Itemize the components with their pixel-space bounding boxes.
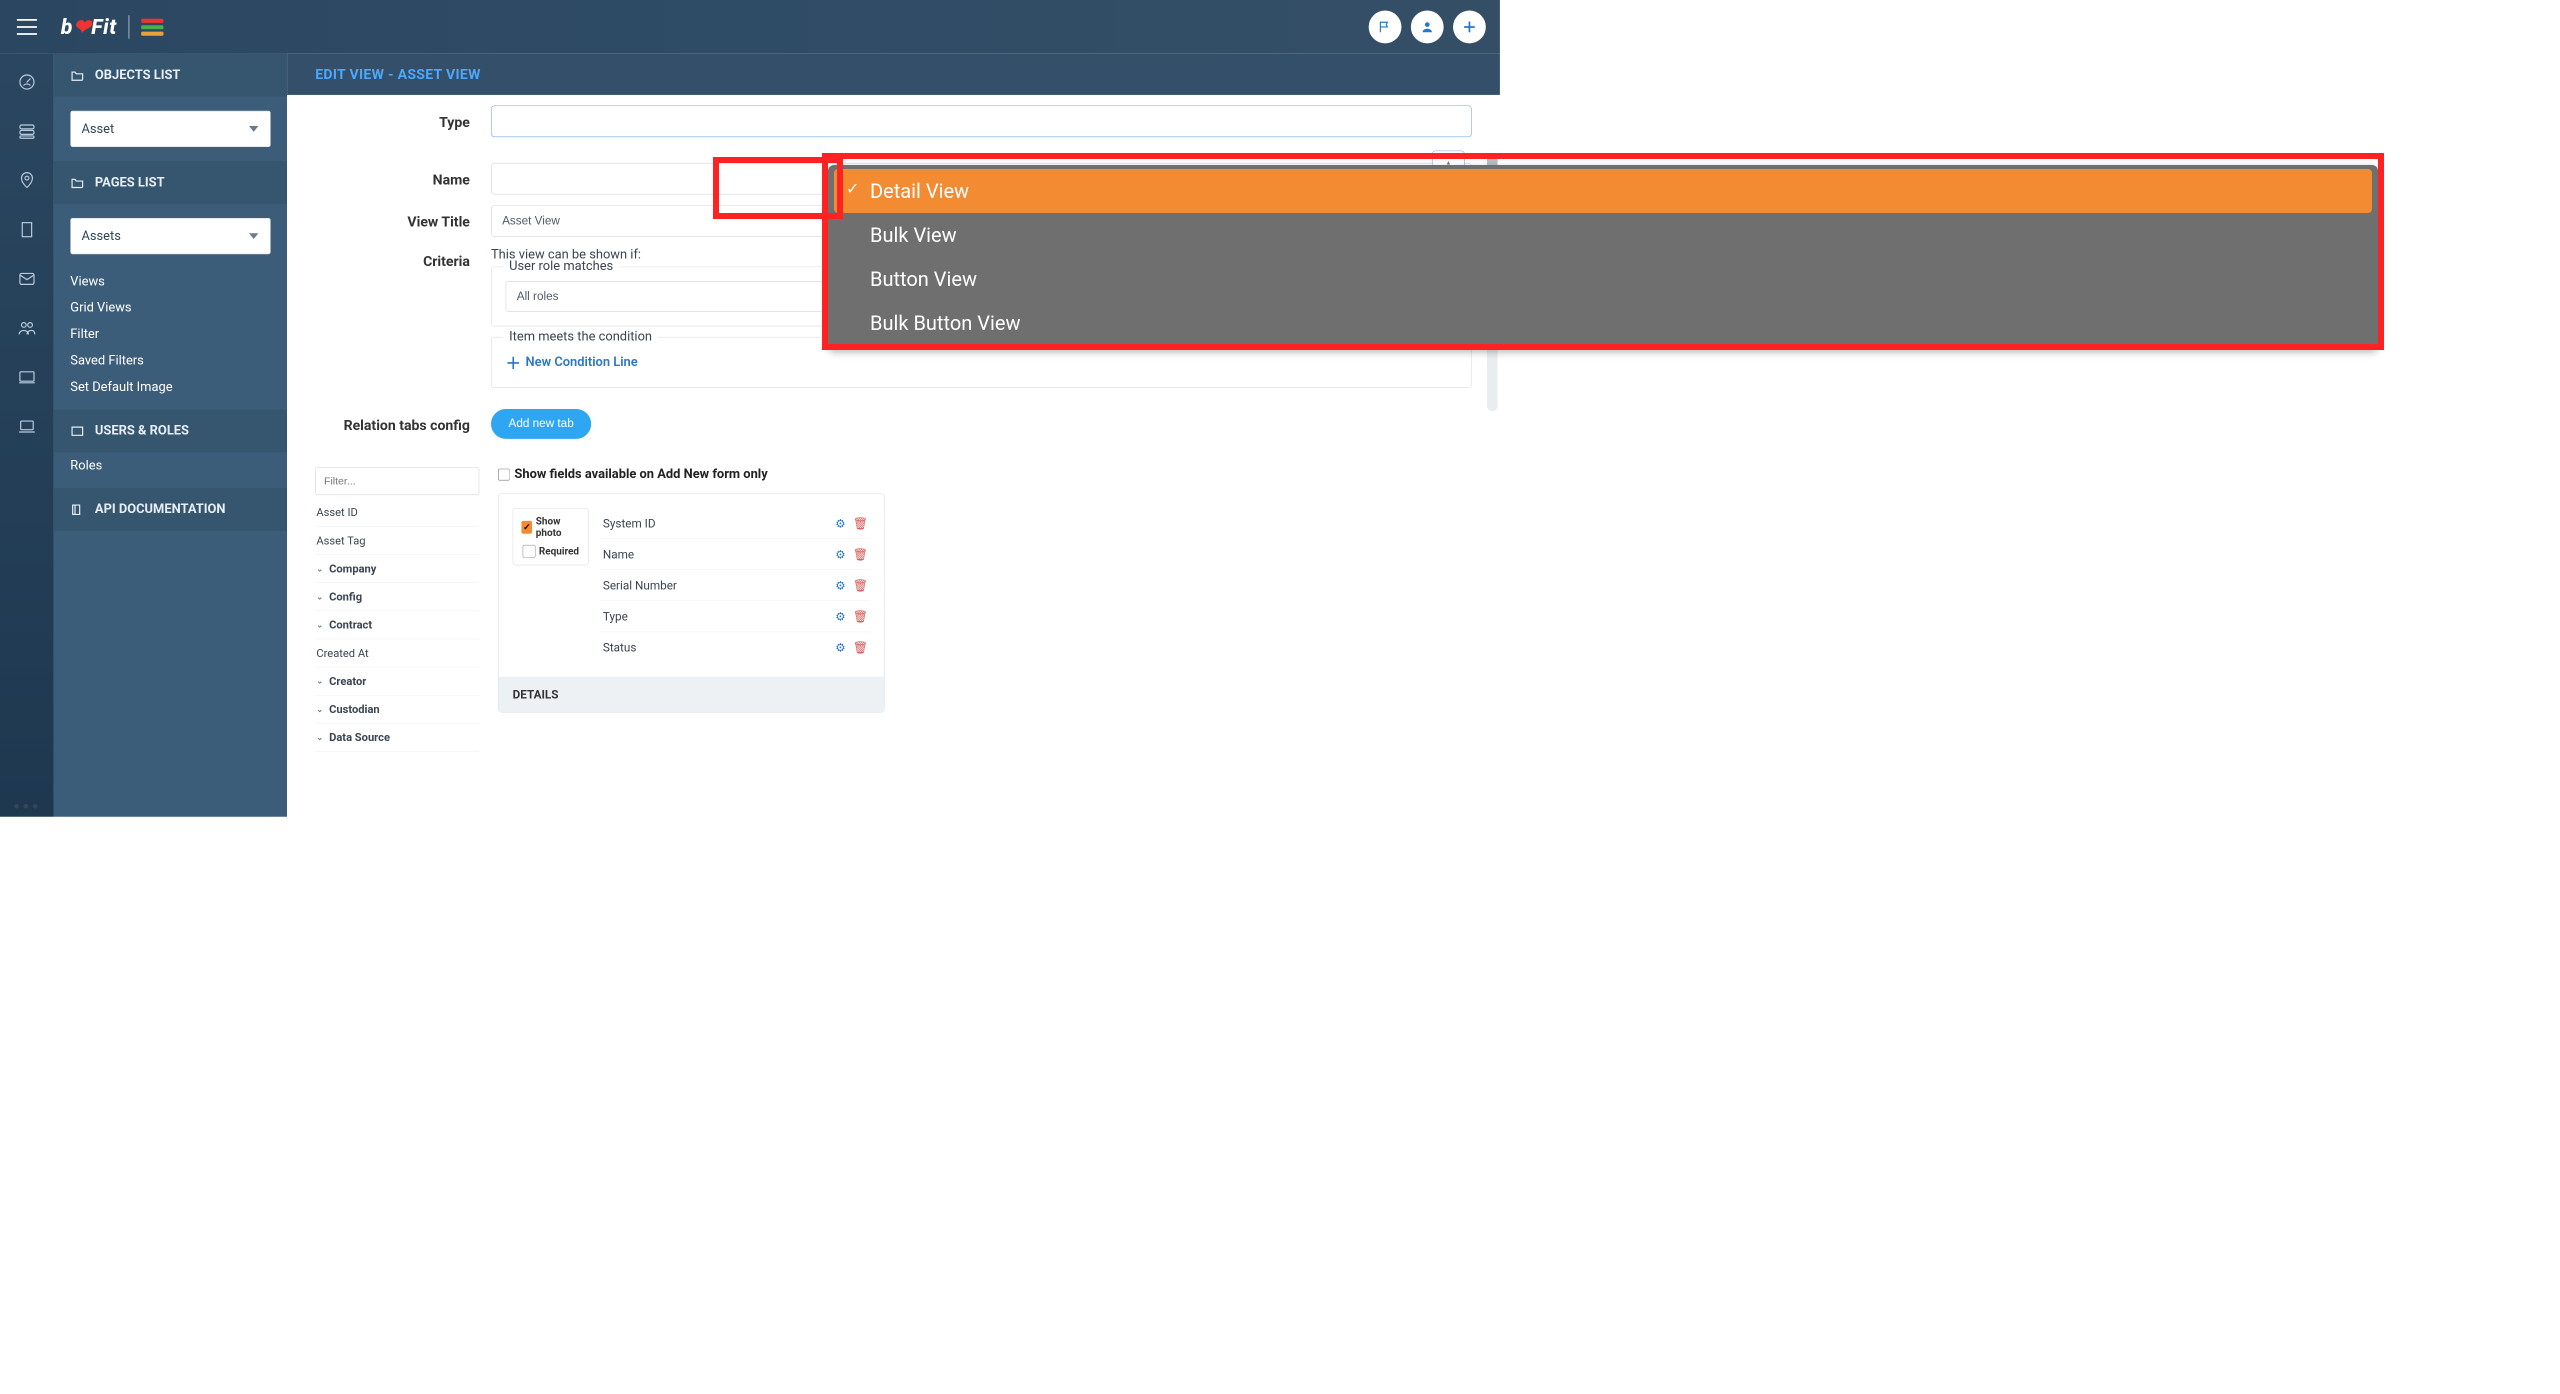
dropdown-option-bulk-button-view[interactable]: Bulk Button View [834, 301, 2372, 345]
section-pages-title: PAGES LIST [95, 175, 165, 190]
show-fields-checkbox[interactable] [498, 468, 510, 480]
label-relation-tabs: Relation tabs config [315, 415, 491, 434]
nav-location-icon[interactable] [18, 171, 37, 192]
top-bar: b❤Fit [0, 0, 1500, 54]
field-item[interactable]: ⌄Company [315, 555, 479, 583]
available-fields-list: Asset IDAsset Tag⌄Company⌄Config⌄Contrac… [315, 499, 479, 752]
details-section-header[interactable]: DETAILS [499, 677, 885, 712]
selected-field-row[interactable]: System ID⚙🗑 [601, 508, 871, 539]
side-item-roles[interactable]: Roles [70, 452, 270, 478]
field-item[interactable]: Asset Tag [315, 527, 479, 555]
left-icon-rail [0, 54, 54, 817]
field-item[interactable]: ⌄Data Source [315, 724, 479, 752]
gear-icon[interactable]: ⚙ [835, 547, 846, 561]
trash-icon[interactable]: 🗑 [853, 609, 868, 623]
nav-mail-icon[interactable] [18, 270, 37, 291]
trash-icon[interactable]: 🗑 [853, 578, 868, 592]
field-item[interactable]: ⌄Creator [315, 667, 479, 695]
logo: b❤Fit [61, 15, 164, 40]
dropdown-option-button-view[interactable]: Button View [834, 257, 2372, 301]
object-select[interactable]: Asset [70, 111, 270, 147]
section-users-roles[interactable]: USERS & ROLES [54, 410, 287, 453]
side-item-views[interactable]: Views [70, 268, 270, 294]
nav-users-icon[interactable] [18, 319, 37, 340]
trash-icon[interactable]: 🗑 [853, 516, 868, 530]
selected-field-row[interactable]: Serial Number⚙🗑 [601, 570, 871, 601]
selected-field-row[interactable]: Type⚙🗑 [601, 601, 871, 632]
flag-button[interactable] [1369, 11, 1402, 44]
gear-icon[interactable]: ⚙ [835, 578, 846, 592]
photo-settings-box: ✓Show photo Required [513, 508, 589, 565]
selected-field-row[interactable]: Name⚙🗑 [601, 539, 871, 570]
users-items: Roles [54, 452, 287, 488]
section-objects-list[interactable]: OBJECTS LIST [54, 54, 287, 97]
dropdown-option-bulk-view[interactable]: Bulk View [834, 213, 2372, 257]
gear-icon[interactable]: ⚙ [835, 516, 846, 530]
type-select[interactable] [491, 105, 1472, 137]
admin-sidebar: OBJECTS LIST Asset PAGES LIST Assets Vie… [54, 54, 287, 817]
field-item[interactable]: ⌄Config [315, 583, 479, 611]
add-new-tab-button[interactable]: Add new tab [491, 409, 591, 439]
selected-fields-list: System ID⚙🗑Name⚙🗑Serial Number⚙🗑Type⚙🗑St… [601, 508, 871, 663]
field-item[interactable]: ⌄Contract [315, 611, 479, 639]
legend-condition: Item meets the condition [503, 329, 658, 344]
show-fields-label: Show fields available on Add New form on… [514, 467, 767, 482]
gear-icon[interactable]: ⚙ [835, 640, 846, 654]
dropdown-option-detail-view[interactable]: Detail View [834, 169, 2372, 213]
field-item[interactable]: Asset ID [315, 499, 479, 527]
user-button[interactable] [1411, 11, 1444, 44]
bottom-dots-icon [14, 804, 37, 809]
side-item-defaultimage[interactable]: Set Default Image [70, 374, 270, 400]
type-dropdown-panel: Detail View Bulk View Button View Bulk B… [828, 165, 2378, 349]
section-users-title: USERS & ROLES [95, 424, 189, 439]
legend-user-role: User role matches [503, 259, 619, 274]
nav-laptop-icon[interactable] [18, 417, 37, 438]
section-objects-title: OBJECTS LIST [95, 68, 181, 83]
section-api-title: API DOCUMENTATION [95, 502, 226, 517]
section-api-docs[interactable]: API DOCUMENTATION [54, 488, 287, 531]
required-toggle[interactable]: Required [522, 545, 579, 558]
trash-icon[interactable]: 🗑 [853, 640, 868, 654]
nav-dashboard-icon[interactable] [18, 73, 37, 94]
side-item-filter[interactable]: Filter [70, 321, 270, 347]
label-viewtitle: View Title [315, 212, 491, 231]
selected-fields-card: ✓Show photo Required System ID⚙🗑Name⚙🗑Se… [498, 493, 885, 712]
trash-icon[interactable]: 🗑 [853, 547, 868, 561]
selected-field-row[interactable]: Status⚙🗑 [601, 632, 871, 662]
field-item[interactable]: Created At [315, 639, 479, 667]
field-item[interactable]: ⌄Custodian [315, 695, 479, 723]
gear-icon[interactable]: ⚙ [835, 609, 846, 623]
label-type: Type [315, 112, 491, 131]
side-item-savedfilters[interactable]: Saved Filters [70, 347, 270, 373]
section-pages-list[interactable]: PAGES LIST [54, 161, 287, 204]
menu-toggle[interactable] [0, 0, 54, 54]
page-select[interactable]: Assets [70, 218, 270, 254]
page-title: EDIT VIEW - ASSET VIEW [287, 54, 1500, 95]
nav-device-icon[interactable] [18, 368, 37, 389]
filter-input[interactable] [315, 467, 479, 495]
pages-items: Views Grid Views Filter Saved Filters Se… [54, 268, 287, 409]
show-photo-toggle[interactable]: ✓Show photo [521, 516, 580, 539]
side-item-gridviews[interactable]: Grid Views [70, 295, 270, 321]
new-condition-button[interactable]: ＋New Condition Line [506, 352, 638, 374]
nav-building-icon[interactable] [18, 220, 37, 241]
label-name: Name [315, 169, 491, 188]
label-criteria: Criteria [315, 247, 491, 269]
nav-stack-icon[interactable] [18, 122, 37, 143]
add-button[interactable] [1453, 11, 1486, 44]
